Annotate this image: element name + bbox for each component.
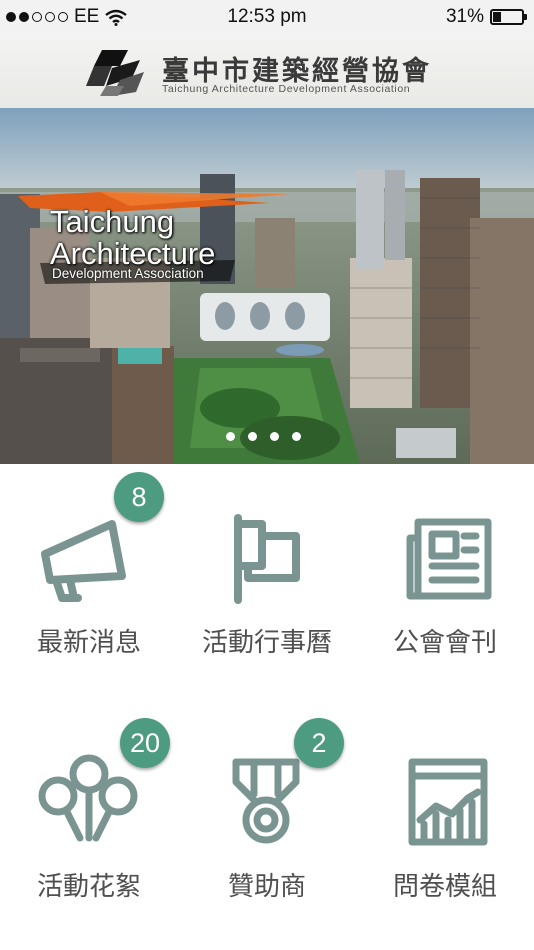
status-bar: EE 12:53 pm 31% bbox=[0, 0, 534, 36]
newspaper-icon bbox=[406, 518, 492, 600]
menu-item-survey[interactable]: 問卷模組 bbox=[356, 708, 534, 948]
balloons-icon bbox=[38, 754, 138, 842]
menu-grid: 最新消息 8 活動行事曆 公會會刊 活動花絮 20 贊助商 2 問卷模組 bbox=[0, 464, 534, 950]
menu-label: 活動行事曆 bbox=[201, 627, 332, 657]
menu-item-journal[interactable]: 公會會刊 bbox=[356, 464, 534, 704]
pager-dot[interactable] bbox=[226, 432, 235, 441]
banner-subtitle: Development Association bbox=[52, 266, 204, 281]
badge-sponsors: 2 bbox=[294, 718, 344, 768]
flag-icon bbox=[234, 514, 300, 604]
menu-label: 問卷模組 bbox=[392, 871, 497, 901]
pager-dot[interactable] bbox=[270, 432, 279, 441]
banner-title: Taichung Architecture bbox=[50, 206, 215, 270]
carousel-pager[interactable] bbox=[226, 432, 301, 441]
medal-icon bbox=[232, 758, 300, 844]
menu-label: 公會會刊 bbox=[392, 627, 497, 657]
association-logo-icon bbox=[86, 50, 144, 96]
battery-percent: 31% bbox=[445, 6, 484, 27]
app-header: 臺中市建築經營協會 Taichung Architecture Developm… bbox=[0, 36, 534, 108]
city-aerial-photo bbox=[0, 108, 534, 464]
banner-title-line1: Taichung bbox=[50, 204, 175, 239]
banner-carousel[interactable]: Taichung Architecture Development Associ… bbox=[0, 108, 534, 464]
badge-photos: 20 bbox=[120, 718, 170, 768]
menu-label: 最新消息 bbox=[36, 627, 141, 657]
pager-dot[interactable] bbox=[248, 432, 257, 441]
megaphone-icon bbox=[41, 520, 126, 602]
menu-label: 贊助商 bbox=[227, 871, 306, 901]
menu-label: 活動花絮 bbox=[36, 871, 141, 901]
pager-dot[interactable] bbox=[292, 432, 301, 441]
badge-news: 8 bbox=[114, 472, 164, 522]
menu-item-calendar[interactable]: 活動行事曆 bbox=[178, 464, 356, 704]
battery-icon bbox=[490, 9, 527, 25]
chart-icon bbox=[408, 758, 488, 846]
status-right: 31% bbox=[445, 6, 527, 28]
header-subtitle: Taichung Architecture Development Associ… bbox=[162, 83, 411, 95]
